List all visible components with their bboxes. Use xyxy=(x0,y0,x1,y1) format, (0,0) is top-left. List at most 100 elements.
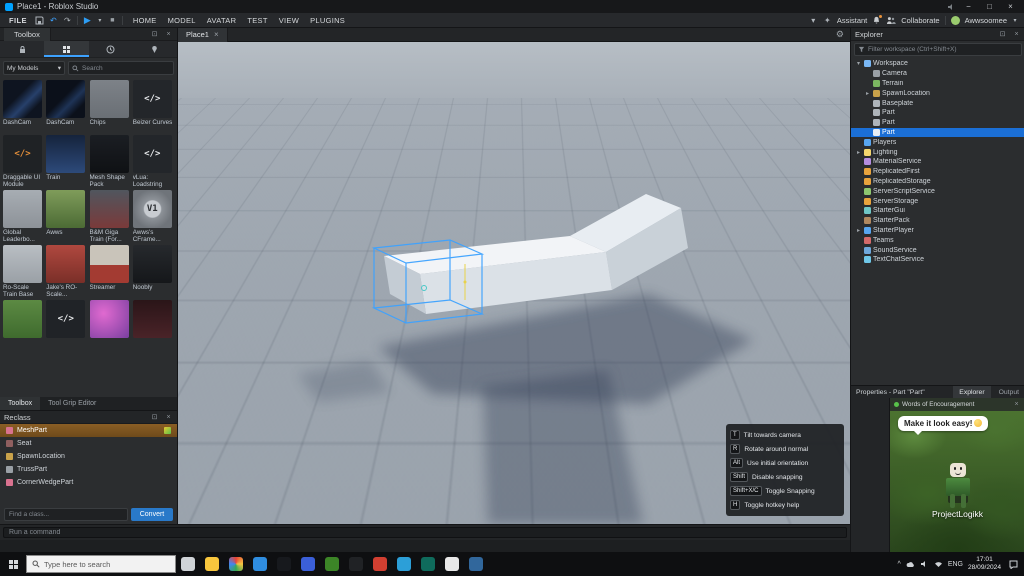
toolbox-item[interactable]: V1Awws's CFrame... xyxy=(133,190,174,243)
explorer-filter[interactable] xyxy=(854,43,1022,56)
explorer-node-startergui[interactable]: StarterGui xyxy=(851,206,1024,216)
play-mode-dropdown-icon[interactable]: ▾ xyxy=(97,17,103,24)
taskbar-search-input[interactable] xyxy=(44,560,170,569)
toolbox-item[interactable]: </>vLua: Loadstring xyxy=(133,135,174,188)
tray-expand-icon[interactable]: ^ xyxy=(898,561,901,568)
toolbox-item[interactable]: Mesh Shape Pack xyxy=(90,135,131,188)
menu-tab-home[interactable]: HOME xyxy=(128,16,162,25)
tab-recent[interactable] xyxy=(89,41,133,57)
maximize-button[interactable]: □ xyxy=(981,2,998,11)
menu-tab-plugins[interactable]: PLUGINS xyxy=(305,16,350,25)
close-icon[interactable]: × xyxy=(164,31,173,38)
toolbox-item[interactable]: Jake's RO-Scale... xyxy=(46,245,87,298)
redo-icon[interactable]: ↷ xyxy=(63,16,72,25)
explorer-node-baseplate[interactable]: Baseplate xyxy=(851,98,1024,108)
close-icon[interactable]: × xyxy=(1012,401,1021,408)
toolbox-item[interactable]: </>Draggable UI Module xyxy=(3,135,44,188)
find-class-input[interactable] xyxy=(4,508,128,521)
explorer-node-textchatservice[interactable]: TextChatService xyxy=(851,255,1024,265)
taskbar-app-icon[interactable] xyxy=(368,552,392,576)
taskbar-app-icon[interactable] xyxy=(464,552,488,576)
taskbar-app-icon[interactable] xyxy=(296,552,320,576)
tree-collapsed-arrow-icon[interactable]: ▸ xyxy=(864,90,871,97)
toolbox-item[interactable]: Streamer xyxy=(90,245,131,298)
minimize-button[interactable]: − xyxy=(960,2,977,11)
start-button[interactable] xyxy=(0,552,26,576)
toolbox-item[interactable]: B&M Giga Train (For... xyxy=(90,190,131,243)
explorer-node-camera[interactable]: Camera xyxy=(851,69,1024,79)
explorer-node-teams[interactable]: Teams xyxy=(851,235,1024,245)
explorer-node-starterpack[interactable]: StarterPack xyxy=(851,216,1024,226)
taskbar-app-icon[interactable] xyxy=(440,552,464,576)
cloud-icon[interactable] xyxy=(906,560,915,569)
menu-tab-test[interactable]: TEST xyxy=(242,16,272,25)
toolbox-search-input[interactable] xyxy=(82,65,170,72)
tab-creations[interactable] xyxy=(133,41,177,57)
collaborate-button[interactable]: Collaborate xyxy=(901,16,939,25)
tab-explorer[interactable]: Explorer xyxy=(953,386,990,399)
toolbox-item[interactable]: Global Leaderbo... xyxy=(3,190,44,243)
taskbar-app-icon[interactable] xyxy=(176,552,200,576)
user-avatar[interactable] xyxy=(951,16,960,25)
viewport-tab-place1[interactable]: Place1 × xyxy=(178,28,228,42)
taskbar-app-icon[interactable] xyxy=(272,552,296,576)
volume-icon[interactable] xyxy=(920,560,929,569)
close-icon[interactable]: × xyxy=(214,30,219,39)
explorer-node-materialservice[interactable]: MaterialService xyxy=(851,157,1024,167)
toolbox-panel-tab[interactable]: Toolbox xyxy=(4,28,51,41)
tree-expanded-arrow-icon[interactable]: ▾ xyxy=(855,60,862,67)
tab-tool-grip-editor[interactable]: Tool Grip Editor xyxy=(40,397,104,410)
action-center-icon[interactable] xyxy=(1006,557,1020,571)
taskbar-app-icon[interactable] xyxy=(200,552,224,576)
tree-collapsed-arrow-icon[interactable]: ▸ xyxy=(855,227,862,234)
explorer-node-players[interactable]: Players xyxy=(851,137,1024,147)
explorer-node-terrain[interactable]: Terrain xyxy=(851,79,1024,89)
file-menu[interactable]: FILE xyxy=(6,16,30,25)
taskbar-app-icon[interactable] xyxy=(416,552,440,576)
assistant-button[interactable]: Assistant xyxy=(837,16,867,25)
explorer-node-part[interactable]: Part xyxy=(851,108,1024,118)
save-icon[interactable] xyxy=(35,16,44,25)
taskbar-app-icon[interactable] xyxy=(392,552,416,576)
toolbox-item[interactable]: </>Beizer Curves xyxy=(133,80,174,133)
float-window-icon[interactable]: ⊡ xyxy=(150,413,159,421)
toolbox-item[interactable]: DashCam xyxy=(46,80,87,133)
volume-icon[interactable] xyxy=(947,3,955,11)
reclass-option-seat[interactable]: Seat xyxy=(0,437,177,450)
tab-marketplace[interactable] xyxy=(44,41,88,57)
play-button[interactable]: ▶ xyxy=(83,15,92,26)
reclass-option-cornerwedgepart[interactable]: CornerWedgePart xyxy=(0,476,177,489)
taskbar-search[interactable] xyxy=(26,555,176,573)
taskbar-clock[interactable]: 17:01 28/09/2024 xyxy=(968,556,1001,572)
toolbox-item[interactable]: Noobly xyxy=(133,245,174,298)
command-input[interactable] xyxy=(3,527,847,538)
explorer-node-part[interactable]: Part xyxy=(851,128,1024,138)
reclass-option-spawnlocation[interactable]: SpawnLocation xyxy=(0,450,177,463)
toolbox-item[interactable]: Train xyxy=(46,135,87,188)
notifications-bell-icon[interactable] xyxy=(872,16,881,25)
language-indicator[interactable]: ENG xyxy=(948,561,963,568)
network-wifi-icon[interactable] xyxy=(934,560,943,569)
explorer-node-lighting[interactable]: ▸Lighting xyxy=(851,147,1024,157)
undo-icon[interactable]: ↶ xyxy=(49,16,58,25)
explorer-node-starterplayer[interactable]: ▸StarterPlayer xyxy=(851,226,1024,236)
toolbox-item[interactable]: </> xyxy=(46,300,87,353)
taskbar-app-icon[interactable] xyxy=(224,552,248,576)
explorer-node-spawnlocation[interactable]: ▸SpawnLocation xyxy=(851,88,1024,98)
toolbox-item[interactable] xyxy=(3,300,44,353)
float-window-icon[interactable]: ⊡ xyxy=(998,30,1007,38)
close-icon[interactable]: × xyxy=(1012,31,1021,38)
explorer-node-soundservice[interactable]: SoundService xyxy=(851,245,1024,255)
tab-output[interactable]: Output xyxy=(993,386,1024,399)
taskbar-app-icon[interactable] xyxy=(248,552,272,576)
reclass-option-meshpart[interactable]: MeshPart xyxy=(0,424,177,437)
explorer-node-serverstorage[interactable]: ServerStorage xyxy=(851,196,1024,206)
explorer-node-workspace[interactable]: ▾Workspace xyxy=(851,59,1024,69)
collapse-ribbon-icon[interactable]: ▾ xyxy=(809,16,818,25)
tab-inventory[interactable] xyxy=(0,41,44,57)
close-icon[interactable]: × xyxy=(164,414,173,421)
model-source-dropdown[interactable]: My Models ▾ xyxy=(3,61,65,75)
gear-icon[interactable]: ⚙ xyxy=(836,29,844,40)
toolbox-item[interactable]: DashCam xyxy=(3,80,44,133)
explorer-node-part[interactable]: Part xyxy=(851,118,1024,128)
